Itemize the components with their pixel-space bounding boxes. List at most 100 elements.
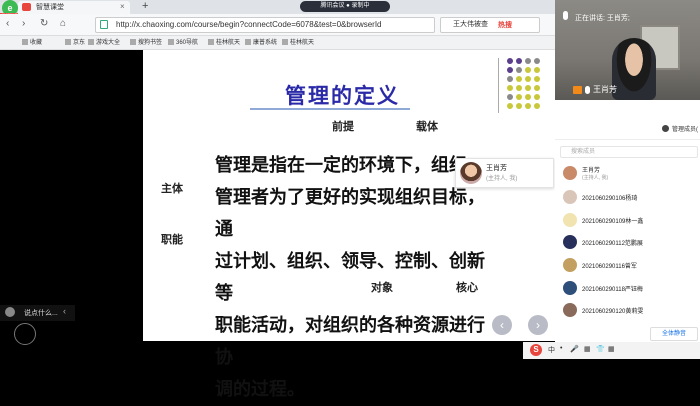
punctuation-icon[interactable]: • [560, 345, 562, 352]
url-input[interactable]: http://x.chaoxing.com/course/begin?conne… [95, 17, 435, 33]
new-tab-button[interactable]: + [142, 0, 148, 13]
avatar [563, 190, 577, 204]
label-subject: 主体 [161, 182, 183, 195]
member-name: 2021060290112范鹏展 [582, 241, 643, 247]
member-name: 2021060290106杨琦 [582, 196, 638, 202]
member-name: 王肖芳 [582, 168, 601, 174]
definition-line: 过计划、组织、领导、控制、创新等 [215, 251, 485, 304]
home-button[interactable]: ⌂ [60, 18, 66, 29]
label-carrier: 载体 [416, 120, 438, 133]
member-row[interactable] [560, 164, 700, 184]
decorative-dot [534, 94, 540, 100]
bookmark-kangpu[interactable]: 康普系统 [245, 37, 277, 49]
ime-icon[interactable]: S [530, 344, 542, 356]
collapse-arrow-icon[interactable]: ‹ [63, 306, 66, 316]
member-name: 2021060290109林一鑫 [582, 219, 644, 225]
next-slide-button[interactable]: › [528, 315, 548, 335]
member-name: 2021060290118严钰梅 [582, 287, 643, 293]
toolbox-icon[interactable]: ▦ [608, 345, 615, 353]
members-icon [662, 125, 669, 132]
decorative-dot [534, 85, 540, 91]
definition-text: 管理是指在一定的环境下，组织 管理者为了更好的实现组织目标，通 过计划、组织、领… [215, 150, 490, 406]
video-participant [612, 38, 656, 100]
definition-line: 调的过程。 [215, 379, 305, 400]
avatar [563, 166, 577, 180]
definition-line: 管理是指在一定的环境下，组织 [215, 155, 467, 176]
decorative-dot [534, 103, 540, 109]
decorative-dot [516, 67, 522, 73]
bookmark-games[interactable]: 游戏大全 [88, 37, 120, 49]
decorative-dot [525, 85, 531, 91]
decorative-dot [525, 103, 531, 109]
pen-tool-icon[interactable] [14, 323, 36, 345]
keyboard-icon[interactable]: ▦ [584, 345, 591, 353]
member-name: 2021060290120黄莉雯 [582, 309, 644, 315]
slide-title: 管理的定义 [285, 83, 400, 108]
decorative-rule [498, 58, 499, 113]
tab-smart-classroom[interactable]: 智慧课堂 [18, 1, 130, 14]
speaker-name: 王肖芳 [486, 165, 507, 172]
label-function: 职能 [161, 233, 183, 246]
secure-lock-icon [100, 20, 108, 29]
comment-placeholder[interactable]: 说点什么... [24, 308, 58, 318]
decorative-dot [525, 94, 531, 100]
forward-button[interactable]: › [22, 18, 25, 29]
camera-icon[interactable] [573, 86, 582, 94]
refresh-button[interactable]: ↻ [40, 18, 48, 29]
manage-members-label[interactable]: 管理成员( [672, 124, 698, 133]
decorative-dot [525, 67, 531, 73]
decorative-dot [516, 94, 522, 100]
member-search-input[interactable]: 搜索成员 [560, 146, 698, 158]
prev-slide-button[interactable]: ‹ [492, 315, 512, 335]
skin-icon[interactable]: 👕 [596, 345, 605, 353]
decorative-dot [516, 103, 522, 109]
member-role: (主持人, 我) [582, 175, 609, 181]
avatar [460, 162, 482, 184]
avatar [563, 303, 577, 317]
tab-favicon-icon [22, 3, 31, 11]
chat-icon [5, 307, 15, 317]
hot-search-badge[interactable]: 热搜 [498, 20, 512, 30]
decorative-dot [516, 85, 522, 91]
ime-chinese-icon[interactable]: 中 [548, 345, 555, 355]
decorative-dot [507, 103, 513, 109]
decorative-dot [525, 76, 531, 82]
search-input[interactable]: 王大伟被查 [440, 17, 540, 33]
bookmark-guilin-2[interactable]: 桂林航天 [282, 37, 314, 49]
decorative-dot [525, 58, 531, 64]
definition-line: 管理者为了更好的实现组织目标，通 [215, 187, 485, 240]
mute-all-button[interactable]: 全体静音 [650, 327, 698, 341]
bookmark-favorites[interactable]: 收藏 [22, 37, 42, 49]
meeting-status[interactable]: 腾讯会议 ● 录制中 [300, 1, 390, 12]
mic-icon [563, 11, 568, 20]
mic-icon[interactable] [585, 86, 590, 94]
decorative-dot [516, 58, 522, 64]
decorative-dot [507, 94, 513, 100]
voice-icon[interactable]: 🎤 [570, 345, 579, 353]
bookmark-guilin[interactable]: 桂林航天 [208, 37, 240, 49]
speaker-role: (主持人, 我) [486, 176, 518, 182]
bookmark-sogou[interactable]: 搜狗书签 [130, 37, 162, 49]
decorative-dot [507, 58, 513, 64]
video-participant-name: 王肖芳 [593, 85, 617, 94]
avatar [563, 235, 577, 249]
member-name: 2021060290116曾军 [582, 264, 637, 270]
label-premise: 前提 [332, 120, 354, 133]
decorative-dot [534, 58, 540, 64]
decorative-dot [507, 76, 513, 82]
back-button[interactable]: ‹ [6, 18, 9, 29]
definition-line: 职能活动，对组织的各种资源进行协 [215, 315, 485, 368]
bookmark-360[interactable]: 360导航 [168, 37, 198, 49]
avatar [563, 258, 577, 272]
tab-close-icon[interactable]: × [120, 0, 125, 13]
decorative-dot [507, 67, 513, 73]
title-underline [250, 108, 410, 110]
speaking-indicator: 正在讲话: 王肖芳; [575, 15, 630, 22]
avatar [563, 213, 577, 227]
decorative-dot [516, 76, 522, 82]
avatar [563, 281, 577, 295]
decorative-dot [534, 76, 540, 82]
decorative-dot [507, 85, 513, 91]
decorative-dot [534, 67, 540, 73]
bookmark-jd[interactable]: 京东 [65, 37, 85, 49]
